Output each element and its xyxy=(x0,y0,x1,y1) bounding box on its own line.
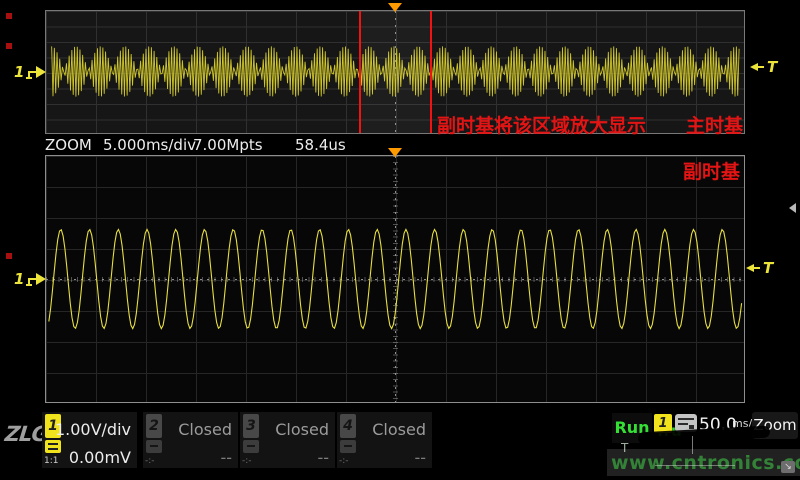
channel1-scale: 1.00V/div xyxy=(55,420,131,439)
channel2-state: Closed xyxy=(178,420,232,439)
channel1-offset: 0.00mV xyxy=(69,448,131,467)
channel1-probe-ratio: 1:1 xyxy=(44,456,58,466)
ground-arrow-icon xyxy=(25,271,47,287)
trigger-level-marker[interactable]: T xyxy=(746,259,773,277)
channel1-status[interactable]: 1 1:1 1.00V/div 0.00mV xyxy=(42,412,137,468)
watermark: www.cntronics.com xyxy=(611,452,800,474)
channel3-status[interactable]: 3 -:- Closed -- xyxy=(240,412,335,468)
left-edge-marker xyxy=(6,43,12,49)
arrow-left-icon xyxy=(746,264,754,272)
dc-coupling-icon xyxy=(45,440,61,453)
zoom-timebase-label: 副时基 xyxy=(683,157,740,184)
channel2-badge: 2 xyxy=(146,414,162,438)
channel1-position-marker[interactable]: 1 xyxy=(14,63,47,81)
arrow-left-icon xyxy=(750,63,758,71)
main-timebase-label: 主时基 xyxy=(686,111,743,138)
zoom-scale: 5.000ms/div xyxy=(103,136,196,154)
ground-arrow-icon xyxy=(25,64,47,80)
channel3-probe-ratio: -:- xyxy=(242,456,252,466)
channel4-offset: -- xyxy=(414,448,426,467)
left-edge-marker xyxy=(6,253,12,259)
channel4-state: Closed xyxy=(372,420,426,439)
zoom-window[interactable] xyxy=(359,11,432,133)
channel3-offset: -- xyxy=(317,448,329,467)
channel1-position-marker[interactable]: 1 xyxy=(14,270,47,288)
corner-resize-icon: ↘ xyxy=(781,461,795,473)
channel4-status[interactable]: 4 -:- Closed -- xyxy=(337,412,432,468)
trigger-position-marker[interactable] xyxy=(388,3,402,12)
trigger-level-marker[interactable]: T xyxy=(750,58,777,76)
channel2-probe-ratio: -:- xyxy=(145,456,155,466)
memory-depth: 7.00Mpts xyxy=(193,136,263,154)
channel4-badge: 4 xyxy=(340,414,356,438)
watermark-plug-line xyxy=(692,436,693,454)
trigger-delay: 58.4us xyxy=(295,136,346,154)
off-dash-icon xyxy=(340,440,356,453)
off-dash-icon xyxy=(243,440,259,453)
channel3-badge: 3 xyxy=(243,414,259,438)
zoom-timebase-graticule: 副时基 xyxy=(45,155,745,403)
menu-collapse-arrow[interactable] xyxy=(789,203,796,213)
trigger-position-marker[interactable] xyxy=(388,148,402,157)
left-edge-marker xyxy=(6,13,12,19)
channel2-status[interactable]: 2 -:- Closed -- xyxy=(143,412,238,468)
channel2-offset: -- xyxy=(220,448,232,467)
watermark-plug-line xyxy=(655,465,735,466)
zoom-label: ZOOM xyxy=(45,136,92,154)
main-timebase-graticule: 副时基将该区域放大显示 主时基 xyxy=(45,10,745,134)
channel4-probe-ratio: -:- xyxy=(339,456,349,466)
zoom-region-annotation: 副时基将该区域放大显示 xyxy=(437,111,646,138)
oscilloscope-screen: 副时基将该区域放大显示 主时基 1 T ZOOM 5.000ms/div 7.0… xyxy=(0,0,800,480)
channel3-state: Closed xyxy=(275,420,329,439)
off-dash-icon xyxy=(146,440,162,453)
status-bar: ZLG® 1 1:1 1.00V/div 0.00mV 2 -:- Closed… xyxy=(0,408,800,480)
